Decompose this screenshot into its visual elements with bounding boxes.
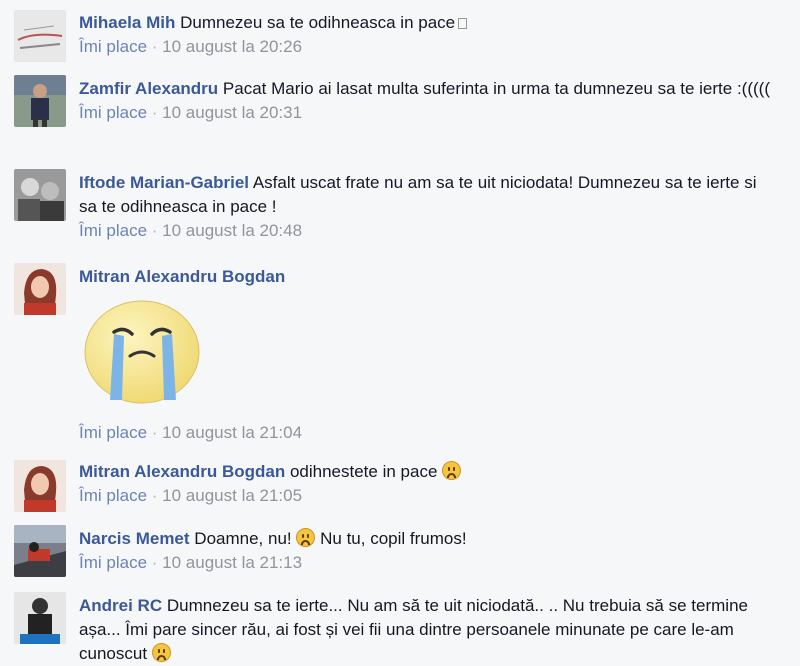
comment-author[interactable]: Mitran Alexandru Bogdan [79, 267, 285, 286]
comment-timestamp[interactable]: 10 august la 20:48 [162, 221, 302, 240]
avatar[interactable] [14, 10, 66, 62]
comment-author[interactable]: Andrei RC [79, 596, 162, 615]
avatar-image [14, 75, 66, 127]
comment-timestamp[interactable]: 10 august la 21:05 [162, 486, 302, 505]
comment-author[interactable]: Zamfir Alexandru [79, 79, 218, 98]
comment-text: Dumnezeu sa te ierte... Nu am să te uit … [79, 596, 748, 663]
separator: · [151, 103, 158, 122]
comment-author[interactable]: Narcis Memet [79, 529, 190, 548]
separator: · [151, 423, 158, 442]
sad-emoticon [296, 528, 316, 547]
comment-author[interactable]: Iftode Marian-Gabriel [79, 173, 249, 192]
avatar-image [14, 263, 66, 315]
avatar[interactable] [14, 169, 66, 221]
avatar-image [14, 460, 66, 512]
like-link[interactable]: Îmi place [79, 103, 147, 122]
separator: · [151, 221, 158, 240]
like-link[interactable]: Îmi place [79, 221, 147, 240]
comment-text: Dumnezeu sa te odihneasca in pace [180, 13, 456, 32]
like-link[interactable]: Îmi place [79, 486, 147, 505]
like-link[interactable]: Îmi place [79, 37, 147, 56]
crying-face-sticker [84, 300, 200, 404]
comment-text: Doamne, nu! [194, 529, 292, 548]
like-link[interactable]: Îmi place [79, 553, 147, 572]
avatar-image [14, 592, 66, 644]
like-link[interactable]: Îmi place [79, 423, 147, 442]
comment-text-continued: Nu tu, copil frumos! [320, 529, 467, 548]
avatar-image [14, 169, 66, 221]
comment-meta: Îmi place · 10 august la 20:26 [79, 35, 779, 59]
avatar[interactable] [14, 460, 66, 512]
comment-meta: Îmi place · 10 august la 21:04 [79, 421, 779, 445]
avatar-image [14, 525, 66, 577]
comment-text: odihnestete in pace [289, 462, 438, 481]
avatar[interactable] [14, 263, 66, 315]
comment-timestamp[interactable]: 10 august la 20:31 [162, 103, 302, 122]
comment-text: Pacat Mario ai lasat multa suferinta in … [222, 79, 770, 98]
comment-timestamp[interactable]: 10 august la 21:13 [162, 553, 302, 572]
comment-author[interactable]: Mihaela Mih [79, 13, 175, 32]
separator: · [151, 37, 158, 56]
comment-meta: Îmi place · 10 august la 20:31 [79, 101, 779, 125]
comment-author[interactable]: Mitran Alexandru Bogdan [79, 462, 285, 481]
comment-timestamp[interactable]: 10 august la 20:26 [162, 37, 302, 56]
avatar[interactable] [14, 75, 66, 127]
sad-emoticon [442, 461, 462, 480]
separator: · [151, 553, 158, 572]
comment-timestamp[interactable]: 10 august la 21:04 [162, 423, 302, 442]
avatar-image [14, 10, 66, 62]
sad-emoticon [151, 643, 171, 662]
comment-meta: Îmi place · 10 august la 20:48 [79, 219, 779, 243]
missing-glyph-icon [458, 18, 468, 29]
comment-meta: Îmi place · 10 august la 21:05 [79, 484, 779, 508]
avatar[interactable] [14, 525, 66, 577]
comment-meta: Îmi place · 10 august la 21:13 [79, 551, 779, 575]
separator: · [151, 486, 158, 505]
avatar[interactable] [14, 592, 66, 644]
